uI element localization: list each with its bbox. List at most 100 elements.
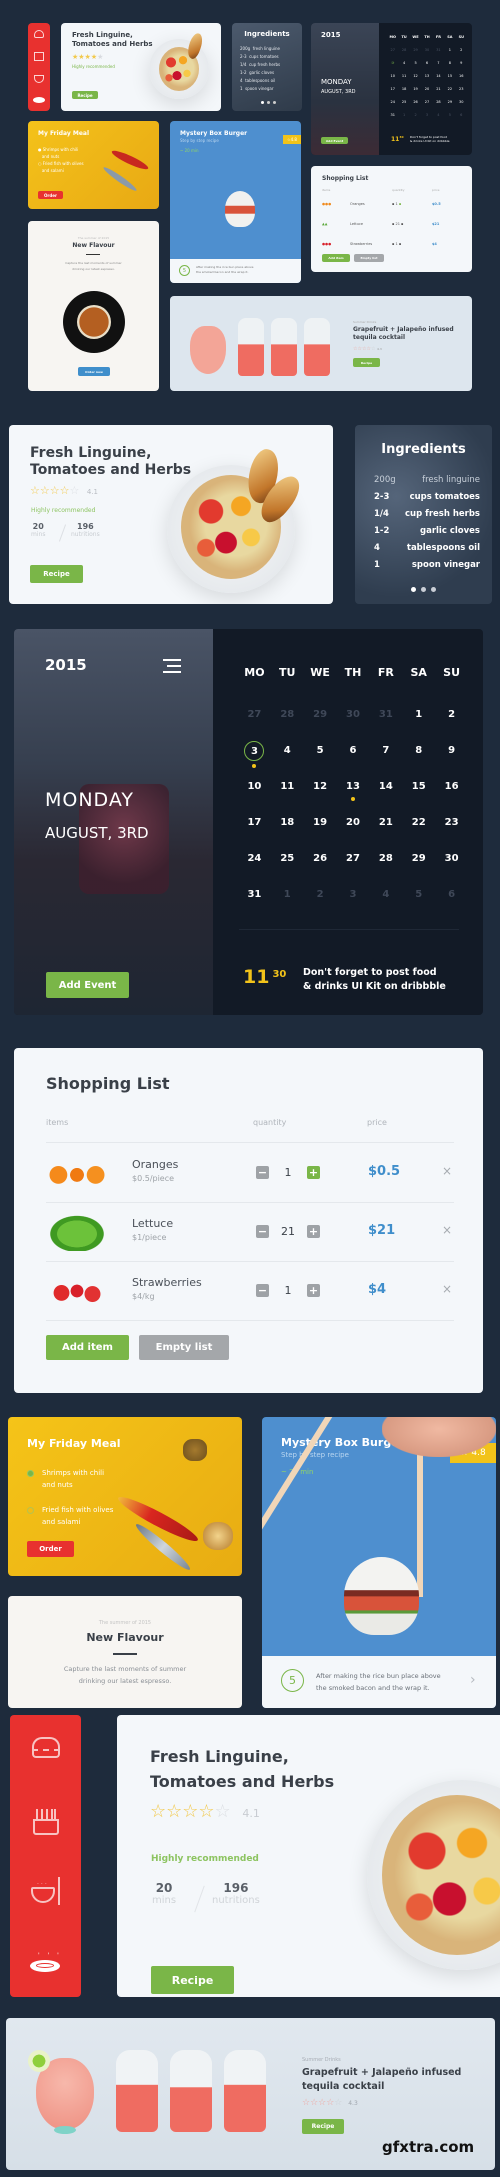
plus-button[interactable]: +: [307, 1225, 320, 1238]
minus-button[interactable]: −: [256, 1166, 269, 1179]
mini-rating-stars: ★★★★★: [72, 53, 104, 61]
calendar-week: 31 1 2 3 4 5 6: [238, 889, 468, 925]
friday-item-2[interactable]: Fried fish with olives and salami: [27, 1504, 113, 1528]
chevron-right-icon[interactable]: ›: [470, 1672, 476, 1688]
calendar-day[interactable]: 3: [337, 889, 370, 925]
mini-order-now-button[interactable]: Order now: [78, 367, 110, 376]
mini-recipe-button[interactable]: Recipe: [72, 91, 98, 99]
calendar-day[interactable]: 30: [337, 709, 370, 745]
minus-button[interactable]: −: [256, 1225, 269, 1238]
pager-dot[interactable]: [431, 587, 436, 592]
calendar-day[interactable]: 7: [369, 745, 402, 781]
cocktail-stars: ☆☆☆☆☆ 4.3: [302, 2098, 358, 2108]
unchecked-icon[interactable]: [27, 1507, 34, 1514]
rating-stars: ☆☆☆☆☆ 4.1: [30, 484, 98, 497]
calendar-day[interactable]: 1: [271, 889, 304, 925]
calendar-day[interactable]: 28: [271, 709, 304, 745]
remove-icon[interactable]: ×: [442, 1164, 452, 1178]
burger-icon[interactable]: [32, 1737, 60, 1763]
calendar-day[interactable]: 14: [369, 781, 402, 817]
calendar-day[interactable]: 10: [238, 781, 271, 817]
plus-button[interactable]: +: [307, 1166, 320, 1179]
calendar-day[interactable]: 29: [304, 709, 337, 745]
quantity-value[interactable]: 1: [281, 1166, 295, 1179]
calendar-day[interactable]: 5: [402, 889, 435, 925]
recipe-button[interactable]: Recipe: [30, 565, 83, 583]
hot-dish-icon[interactable]: [33, 97, 45, 103]
plus-button[interactable]: +: [307, 1284, 320, 1297]
remove-icon[interactable]: ×: [442, 1282, 452, 1296]
calendar-day[interactable]: 6: [337, 745, 370, 781]
calendar-day[interactable]: 15: [402, 781, 435, 817]
quantity-value[interactable]: 1: [281, 1284, 295, 1297]
quantity-value[interactable]: 21: [281, 1225, 295, 1238]
calendar-day[interactable]: 18: [271, 817, 304, 853]
mini-empty-list-button[interactable]: Empty list: [354, 254, 384, 262]
day-header: WE: [310, 666, 330, 679]
calendar-day[interactable]: 30: [435, 853, 468, 889]
calendar-day[interactable]: 27: [238, 709, 271, 745]
calendar-day[interactable]: 1: [402, 709, 435, 745]
mini-add-event-button[interactable]: Add Event: [321, 137, 348, 144]
menu-icon[interactable]: [163, 659, 181, 673]
cocktail-card: Summer Drinks Grapefruit + Jalapeño infu…: [6, 2018, 495, 2170]
fries-icon[interactable]: [34, 52, 44, 61]
fries-icon[interactable]: [33, 1809, 59, 1837]
calendar-day[interactable]: 5: [304, 745, 337, 781]
calendar-day[interactable]: 24: [238, 853, 271, 889]
calendar-day[interactable]: 9: [435, 745, 468, 781]
calendar-day[interactable]: 23: [435, 817, 468, 853]
step-number: 5: [281, 1669, 304, 1692]
checked-icon[interactable]: [27, 1470, 34, 1477]
calendar-day[interactable]: 28: [369, 853, 402, 889]
calendar-day[interactable]: 27: [337, 853, 370, 889]
calendar-day[interactable]: 26: [304, 853, 337, 889]
calendar-day[interactable]: 25: [271, 853, 304, 889]
minus-button[interactable]: −: [256, 1284, 269, 1297]
noodle-bowl-icon[interactable]: ...: [31, 1877, 63, 1907]
calendar-day[interactable]: 2: [304, 889, 337, 925]
calendar-day[interactable]: 31: [369, 709, 402, 745]
burger-icon[interactable]: [34, 30, 44, 38]
calendar-day[interactable]: 11: [271, 781, 304, 817]
cocktail-recipe-button[interactable]: Recipe: [302, 2119, 344, 2134]
calendar-day[interactable]: 29: [402, 853, 435, 889]
mini-cocktail-recipe-button[interactable]: Recipe: [353, 358, 380, 367]
calendar-day[interactable]: 16: [435, 781, 468, 817]
ingredient-qty: 1: [374, 560, 380, 570]
calendar-day[interactable]: 19: [304, 817, 337, 853]
calendar-day[interactable]: 13: [337, 781, 370, 817]
linguine-large-recipe-button[interactable]: Recipe: [151, 1966, 234, 1994]
calendar-day[interactable]: 4: [369, 889, 402, 925]
add-event-button[interactable]: Add Event: [46, 972, 129, 998]
day-number: 27: [247, 709, 262, 720]
day-number: 12: [313, 781, 328, 792]
hot-dish-icon[interactable]: ' ' ': [30, 1952, 62, 1974]
calendar-day[interactable]: 2: [435, 709, 468, 745]
friday-item-1[interactable]: Shrimps with chili and nuts: [27, 1467, 104, 1491]
mini-linguine-title-2: Tomatoes and Herbs: [72, 40, 153, 48]
calendar-day[interactable]: 4: [271, 745, 304, 781]
mini-order-button[interactable]: Order: [38, 191, 63, 199]
calendar-day[interactable]: 21: [369, 817, 402, 853]
calendar-day[interactable]: 3: [238, 741, 271, 781]
add-item-button[interactable]: Add item: [46, 1335, 129, 1360]
ingredient-qty: 1/4: [374, 509, 389, 519]
calendar-day[interactable]: 6: [435, 889, 468, 925]
day-number: 20: [346, 817, 360, 828]
calendar-day[interactable]: 22: [402, 817, 435, 853]
mini-add-item-button[interactable]: Add item: [322, 254, 350, 262]
pager-dot[interactable]: [411, 587, 416, 592]
noodle-bowl-icon[interactable]: [34, 75, 44, 83]
pager-dot[interactable]: [421, 587, 426, 592]
day-header: MO: [244, 666, 265, 679]
remove-icon[interactable]: ×: [442, 1223, 452, 1237]
calendar-day[interactable]: 17: [238, 817, 271, 853]
calendar-day[interactable]: 12: [304, 781, 337, 817]
day-number: 4: [283, 745, 291, 756]
order-button[interactable]: Order: [27, 1541, 74, 1557]
calendar-day[interactable]: 20: [337, 817, 370, 853]
calendar-day[interactable]: 31: [238, 889, 271, 925]
empty-list-button[interactable]: Empty list: [139, 1335, 229, 1360]
calendar-day[interactable]: 8: [402, 745, 435, 781]
